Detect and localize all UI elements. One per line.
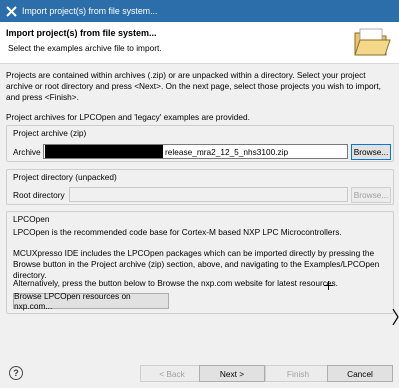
help-icon[interactable]: ? xyxy=(9,366,23,380)
archive-label: Archive xyxy=(13,147,41,157)
project-archive-legend: Project archive (zip) xyxy=(13,128,87,138)
project-archive-group: Project archive (zip) Archive release_mr… xyxy=(6,125,394,162)
archive-path-input[interactable]: release_mra2_12_5_nhs3100.zip xyxy=(43,144,348,159)
window-titlebar: Import project(s) from file system... xyxy=(0,0,399,22)
lpcopen-legend: LPCOpen xyxy=(13,214,50,224)
folder-icon xyxy=(352,25,392,61)
next-button[interactable]: Next > xyxy=(199,365,265,382)
crosshair-cursor-icon xyxy=(324,281,333,292)
redacted-path xyxy=(45,145,163,158)
wizard-banner: Import project(s) from file system... Se… xyxy=(0,22,399,64)
project-directory-group: Project directory (unpacked) Root direct… xyxy=(6,169,394,205)
archive-browse-button[interactable]: Browse... xyxy=(351,144,391,160)
finish-button[interactable]: Finish xyxy=(265,365,331,382)
lpcopen-import-instructions: MCUXpresso IDE includes the LPCOpen pack… xyxy=(13,248,380,280)
project-directory-legend: Project directory (unpacked) xyxy=(13,172,117,182)
intro-text-archives: Project archives for LPCOpen and 'legacy… xyxy=(6,112,250,122)
resize-cursor-icon xyxy=(392,308,399,327)
cancel-button[interactable]: Cancel xyxy=(327,365,393,382)
back-button[interactable]: < Back xyxy=(140,365,204,382)
archive-filename: release_mra2_12_5_nhs3100.zip xyxy=(165,146,289,157)
root-directory-label: Root directory xyxy=(13,190,65,200)
window-title: Import project(s) from file system... xyxy=(22,6,158,16)
browse-lpcopen-web-button[interactable]: Browse LPCOpen resources on nxp.com... xyxy=(13,291,169,311)
root-directory-input[interactable] xyxy=(69,187,348,202)
wizard-subtitle: Select the examples archive file to impo… xyxy=(8,43,162,53)
lpcopen-description: LPCOpen is the recommended code base for… xyxy=(13,227,342,237)
lpcopen-group: LPCOpen LPCOpen is the recommended code … xyxy=(6,211,394,314)
intro-text: Projects are contained within archives (… xyxy=(6,70,381,102)
wizard-footer: ? < Back Next > Finish Cancel xyxy=(0,360,399,388)
mcuxpresso-app-icon xyxy=(5,5,17,17)
root-directory-browse-button[interactable]: Browse... xyxy=(351,187,391,203)
wizard-heading: Import project(s) from file system... xyxy=(6,28,157,38)
